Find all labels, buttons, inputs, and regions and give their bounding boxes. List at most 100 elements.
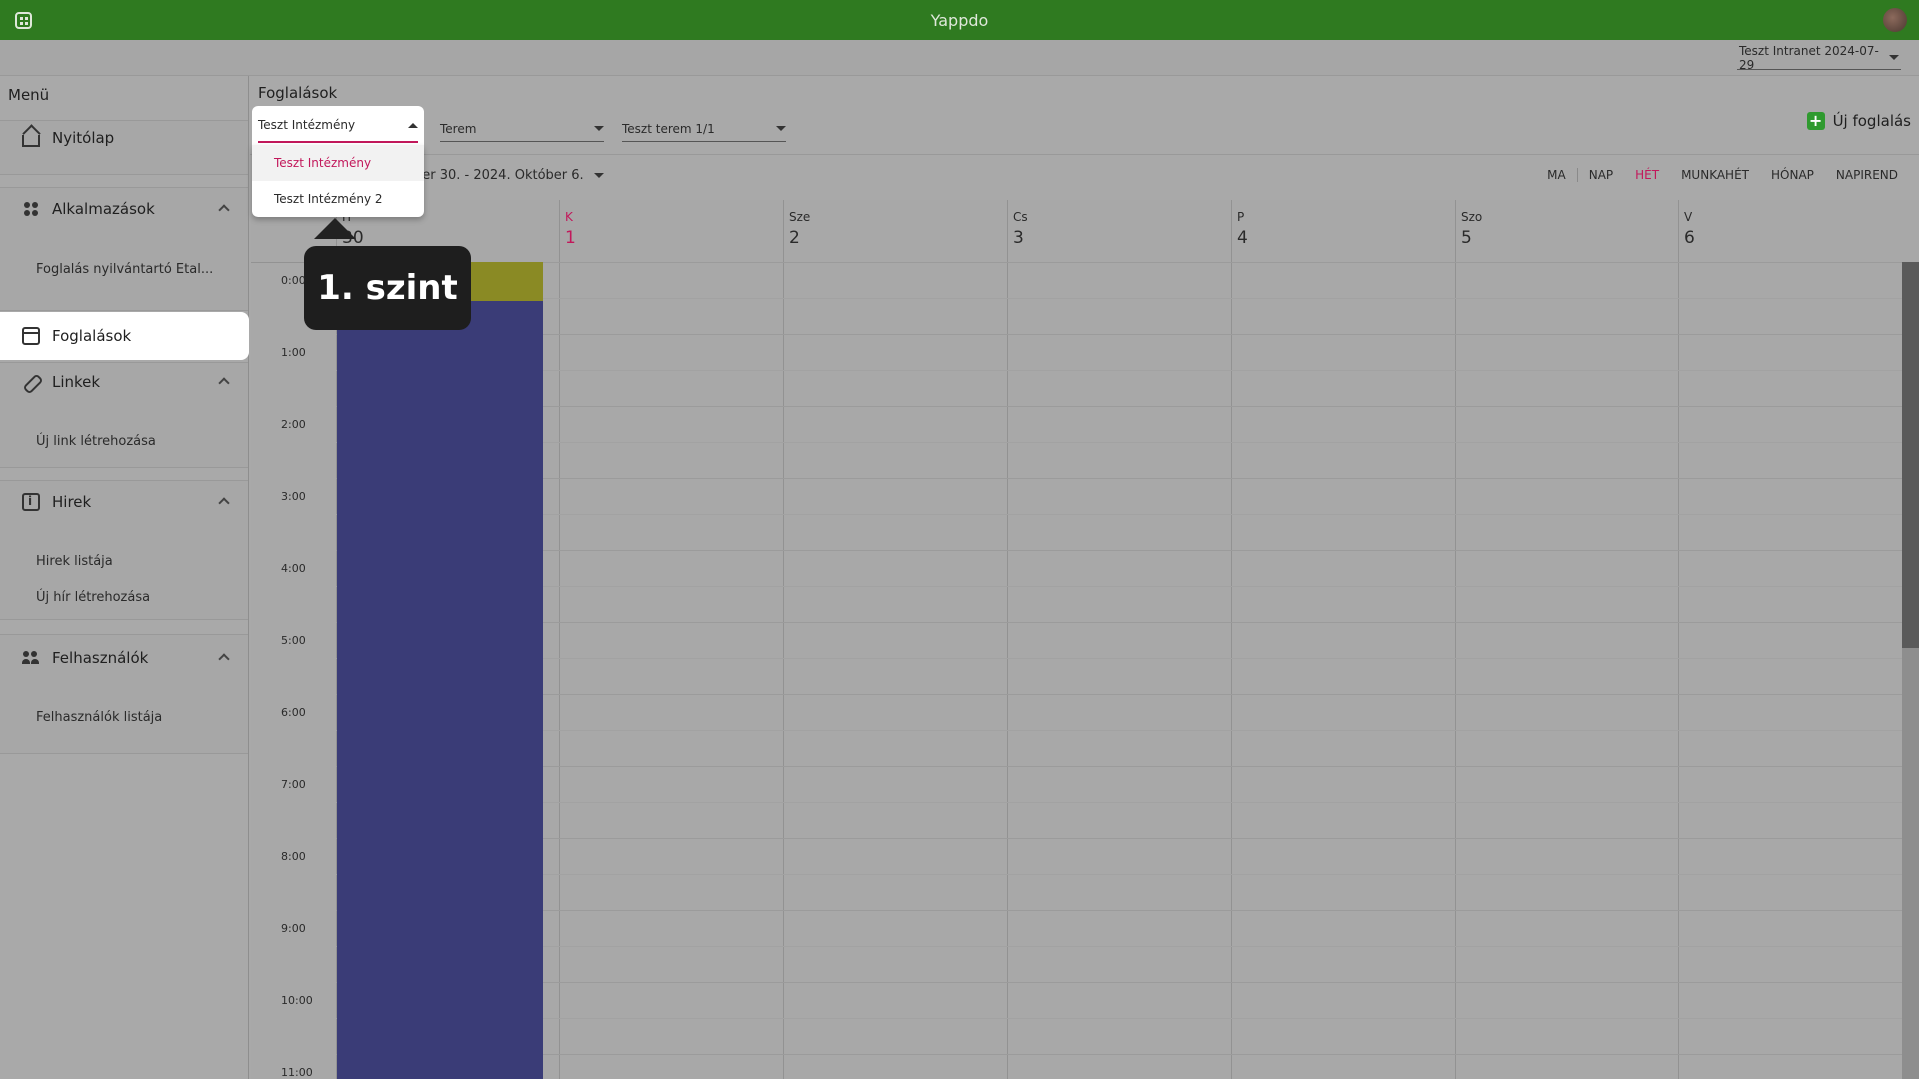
hour-line (336, 334, 1911, 335)
view-switcher: MA NAP HÉT MUNKAHÉT HÓNAP NAPIREND (1547, 168, 1909, 182)
hour-line (336, 838, 1911, 839)
time-label: 3:00 (281, 490, 306, 503)
select-focus-underline (258, 141, 418, 143)
half-hour-line (336, 442, 1911, 443)
day-name: V (1684, 210, 1693, 224)
time-label: 5:00 (281, 634, 306, 647)
institution-select[interactable]: Teszt Intézmény (252, 106, 424, 146)
sidebar-section-label: Felhasználók (52, 649, 149, 667)
day-header[interactable]: Sze 2 (783, 200, 1006, 262)
view-button-month[interactable]: HÓNAP (1760, 168, 1825, 182)
day-number: 4 (1237, 228, 1248, 248)
day-header[interactable]: V6 (1678, 200, 1901, 262)
time-label: 10:00 (281, 994, 313, 1007)
hour-line (336, 1054, 1911, 1055)
sidebar-card-home: Nyitólap (0, 120, 248, 175)
day-column-line (1455, 262, 1456, 1079)
chevron-up-icon (408, 123, 418, 128)
date-range-label: ber 30. - 2024. Október 6. (414, 168, 584, 183)
day-header[interactable]: K1 (559, 200, 782, 262)
sidebar-subitem-users-list[interactable]: Felhasználók listája (36, 710, 162, 725)
view-button-week[interactable]: HÉT (1624, 168, 1670, 182)
view-button-day[interactable]: NAP (1578, 168, 1624, 182)
sidebar-subitem-news-list[interactable]: Hirek listája (36, 554, 113, 569)
day-number: 2 (789, 228, 800, 248)
day-name: Sze (789, 210, 811, 224)
new-booking-label: Új foglalás (1832, 112, 1911, 130)
calendar-event[interactable] (337, 301, 543, 1079)
hour-line (336, 982, 1911, 983)
time-label: 6:00 (281, 706, 306, 719)
time-label: 1:00 (281, 346, 306, 359)
hour-line (336, 406, 1911, 407)
day-header[interactable]: P4 (1231, 200, 1454, 262)
sidebar-section-label: Linkek (52, 373, 101, 391)
room-select-value: Teszt terem 1/1 (622, 121, 715, 136)
home-icon (22, 135, 40, 147)
view-button-workweek[interactable]: MUNKAHÉT (1670, 168, 1760, 182)
date-range-select[interactable]: ber 30. - 2024. Október 6. (414, 168, 604, 183)
time-label: 7:00 (281, 778, 306, 791)
sidebar-subitem-new-news[interactable]: Új hír létrehozása (36, 590, 150, 605)
time-label: 4:00 (281, 562, 306, 575)
sidebar: Menü Nyitólap Alkalmazások Foglalás nyil… (0, 76, 249, 1079)
sidebar-subitem-booking-app[interactable]: Foglalás nyilvántartó Etal... (36, 262, 213, 277)
time-label: 2:00 (281, 418, 306, 431)
sidebar-section-news[interactable]: Hirek (22, 493, 91, 511)
sidebar-subitem-new-link[interactable]: Új link létrehozása (36, 434, 156, 449)
day-number: 3 (1013, 228, 1024, 248)
intranet-select-value: Teszt Intranet 2024-07-29 (1739, 43, 1879, 72)
sidebar-item-label: Nyitólap (52, 129, 115, 147)
sidebar-section-users[interactable]: Felhasználók (22, 649, 148, 667)
app-title: Yappdo (930, 10, 989, 30)
day-header[interactable]: Szo 5 (1455, 200, 1678, 262)
day-column-line (1231, 262, 1232, 1079)
hour-line (336, 550, 1911, 551)
hour-line (336, 910, 1911, 911)
users-icon (22, 649, 40, 667)
room-select[interactable]: Teszt terem 1/1 (622, 116, 786, 142)
hour-line (336, 766, 1911, 767)
hour-line (336, 262, 1911, 263)
header-divider (250, 154, 1919, 155)
scrollbar-thumb[interactable] (1902, 262, 1919, 648)
day-number: 1 (565, 228, 576, 248)
tooltip-arrow (314, 218, 356, 239)
intranet-select[interactable]: Teszt Intranet 2024-07-29 (1737, 43, 1901, 72)
day-column-line (783, 262, 784, 1079)
dropdown-option[interactable]: Teszt Intézmény (252, 145, 424, 181)
half-hour-line (336, 586, 1911, 587)
day-name: P (1237, 210, 1245, 224)
menu-label: Menü (8, 86, 50, 104)
half-hour-line (336, 658, 1911, 659)
chevron-down-icon (1889, 55, 1899, 60)
sidebar-section-apps[interactable]: Alkalmazások (22, 200, 155, 218)
apps-grid-icon[interactable] (15, 12, 32, 29)
avatar[interactable] (1883, 8, 1907, 32)
top-bar: Yappdo (0, 0, 1919, 40)
view-button-agenda[interactable]: NAPIREND (1825, 168, 1909, 182)
time-label: 8:00 (281, 850, 306, 863)
sidebar-item-home[interactable]: Nyitólap (22, 129, 114, 147)
day-number: 5 (1461, 228, 1472, 248)
half-hour-line (336, 946, 1911, 947)
half-hour-line (336, 1018, 1911, 1019)
sidebar-section-label: Alkalmazások (52, 200, 155, 218)
day-name: Cs (1013, 210, 1028, 224)
room-type-select[interactable]: Terem (440, 116, 604, 142)
day-header[interactable]: Cs 3 (1007, 200, 1230, 262)
sidebar-item-bookings[interactable]: Foglalások (0, 312, 249, 360)
sidebar-section-links[interactable]: Linkek (22, 373, 100, 391)
plus-icon: + (1806, 112, 1825, 130)
chevron-down-icon (594, 126, 604, 131)
half-hour-line (336, 730, 1911, 731)
dropdown-option[interactable]: Teszt Intézmény 2 (252, 181, 424, 217)
tutorial-tooltip: 1. szint (304, 246, 471, 330)
room-type-select-value: Terem (440, 121, 477, 136)
institution-dropdown-menu: Teszt Intézmény Teszt Intézmény 2 (252, 145, 424, 217)
half-hour-line (336, 802, 1911, 803)
sidebar-section-label: Hirek (52, 493, 92, 511)
view-button-today[interactable]: MA (1547, 168, 1578, 182)
time-label: 0:00 (281, 274, 306, 287)
new-booking-button[interactable]: + Új foglalás (1806, 112, 1911, 130)
